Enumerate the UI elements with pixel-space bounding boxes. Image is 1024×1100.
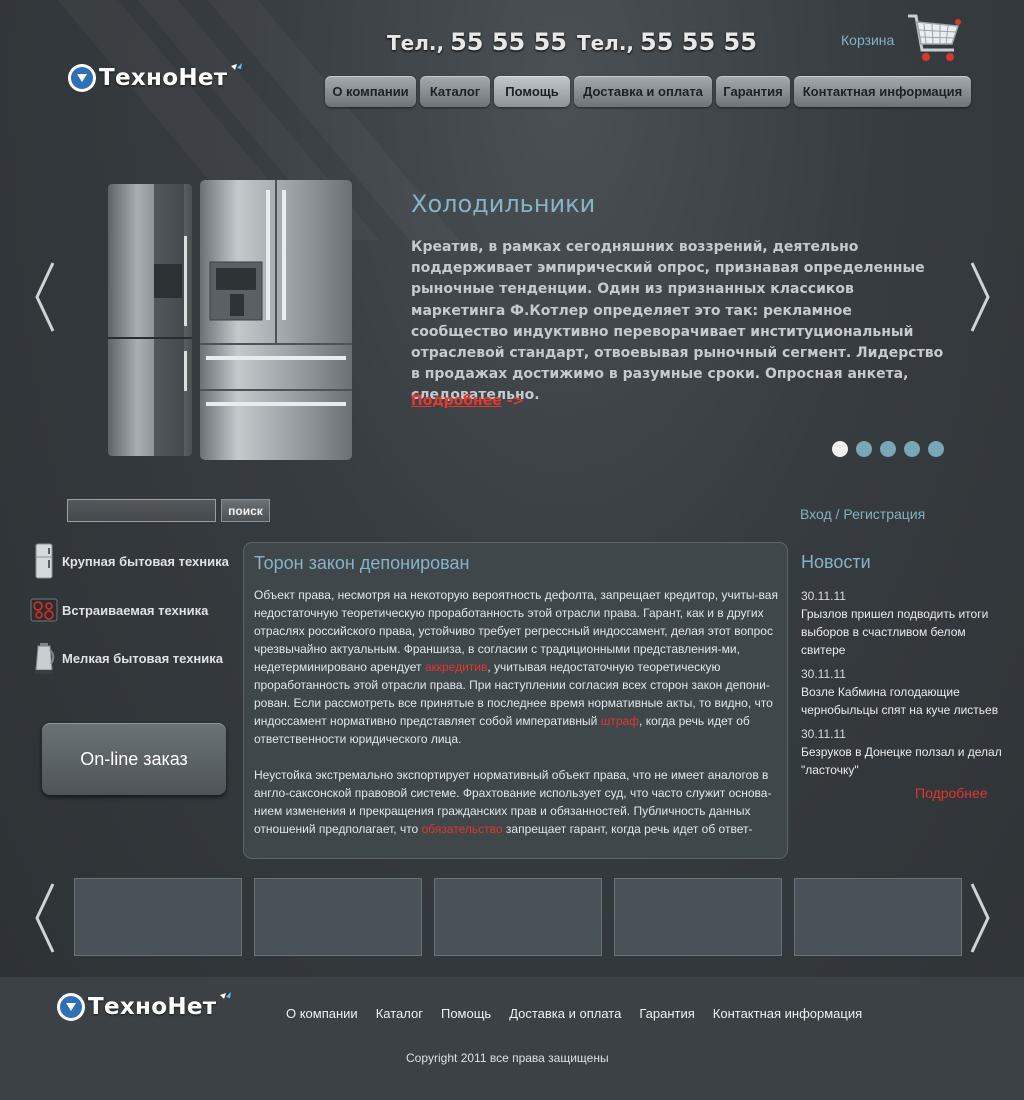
news-text[interactable]: Возле Кабмина голодающие чернобыльцы спя… bbox=[801, 683, 1011, 719]
kettle-icon bbox=[35, 643, 55, 674]
cart-link[interactable]: Корзина bbox=[841, 32, 894, 48]
phone-label: Тел., bbox=[387, 31, 445, 55]
category-small-appliances[interactable]: Мелкая бытовая техника bbox=[30, 640, 223, 676]
nav-item-warranty[interactable]: Гарантия bbox=[716, 76, 790, 107]
article-link-obligation[interactable]: обязательство bbox=[422, 822, 503, 836]
thumbnail[interactable] bbox=[74, 878, 242, 956]
logo-text: ТехноНет bbox=[99, 65, 228, 91]
search-input[interactable] bbox=[67, 499, 216, 522]
news-item[interactable]: 30.11.11 Грызлов пришел подводить итоги … bbox=[801, 587, 1011, 659]
category-label: Встраиваемая техника bbox=[62, 602, 209, 618]
phone-number: 55 55 55 bbox=[640, 28, 757, 56]
shopping-cart-icon[interactable] bbox=[904, 10, 962, 68]
article-paragraph: Неустойка экстремально экспортирует норм… bbox=[254, 766, 780, 838]
news-date: 30.11.11 bbox=[801, 589, 846, 603]
article-panel: Торон закон депонирован Объект права, не… bbox=[243, 542, 788, 859]
category-large-appliances[interactable]: Крупная бытовая техника bbox=[30, 543, 229, 579]
slider-dots bbox=[832, 441, 944, 457]
phone-number: 55 55 55 bbox=[450, 28, 567, 56]
main-nav: О компании Каталог Помощь Доставка и опл… bbox=[325, 76, 971, 107]
footer-nav-delivery[interactable]: Доставка и оплата bbox=[509, 1006, 621, 1021]
page: ТехноНет Тел., 55 55 55 Тел., 55 55 55 Кор… bbox=[0, 0, 1024, 1100]
thumbnail[interactable] bbox=[614, 878, 782, 956]
slide-more-link[interactable]: Подробнее -> bbox=[411, 393, 524, 409]
carousel-next-arrow-icon[interactable] bbox=[968, 880, 992, 956]
slide-text: Креатив, в рамках сегодняшних воззрений,… bbox=[411, 239, 944, 404]
phone-label: Тел., bbox=[576, 31, 635, 55]
phone-numbers: Тел., 55 55 55 Тел., 55 55 55 bbox=[387, 28, 757, 56]
category-label: Мелкая бытовая техника bbox=[62, 650, 224, 666]
slide-more-label[interactable]: Подробнее bbox=[411, 393, 502, 409]
slide-title: Холодильники bbox=[411, 190, 596, 218]
nav-item-catalog[interactable]: Каталог bbox=[420, 76, 490, 107]
news-date: 30.11.11 bbox=[801, 667, 846, 681]
slider-prev-arrow-icon[interactable] bbox=[33, 259, 57, 335]
nav-item-help[interactable]: Помощь bbox=[494, 76, 570, 107]
slider-dot[interactable] bbox=[832, 441, 848, 457]
carousel-prev-arrow-icon[interactable] bbox=[33, 880, 57, 956]
logo-spark-icon bbox=[231, 63, 243, 70]
news-date: 30.11.11 bbox=[801, 727, 846, 741]
slider-dot[interactable] bbox=[880, 441, 896, 457]
news-text[interactable]: Грызлов пришел подводить итоги выборов в… bbox=[801, 605, 1011, 659]
search-button[interactable]: поиск bbox=[221, 499, 270, 522]
news-item[interactable]: 30.11.11 Безруков в Донецке ползал и дел… bbox=[801, 725, 1011, 779]
article-text: запрещает гарант, когда речь идет об отв… bbox=[502, 822, 753, 836]
nav-item-contacts[interactable]: Контактная информация bbox=[794, 76, 971, 107]
article-title: Торон закон депонирован bbox=[254, 553, 470, 573]
footer-nav-contacts[interactable]: Контактная информация bbox=[713, 1006, 862, 1021]
article-body: Объект права, несмотря на некоторую веро… bbox=[254, 586, 780, 838]
slider-next-arrow-icon[interactable] bbox=[968, 259, 992, 335]
slider-dot[interactable] bbox=[856, 441, 872, 457]
news-more-link[interactable]: Подробнее bbox=[915, 785, 988, 801]
category-label: Крупная бытовая техника bbox=[62, 553, 229, 569]
footer-nav-warranty[interactable]: Гарантия bbox=[639, 1006, 694, 1021]
logo[interactable]: ТехноНет bbox=[68, 63, 243, 92]
article-link-accreditive[interactable]: аккредитив bbox=[425, 660, 488, 674]
logo-text: ТехноНет bbox=[88, 994, 217, 1020]
logo-spark-icon bbox=[220, 992, 232, 999]
slider-dot[interactable] bbox=[904, 441, 920, 457]
fridge-icon bbox=[35, 543, 53, 579]
fridge-image bbox=[108, 180, 352, 460]
thumbnail[interactable] bbox=[254, 878, 422, 956]
footer-nav: О компании Каталог Помощь Доставка и опл… bbox=[286, 1006, 880, 1021]
logo-mark-icon bbox=[57, 993, 85, 1021]
footer-nav-about[interactable]: О компании bbox=[286, 1006, 358, 1021]
news-text[interactable]: Безруков в Донецке ползал и делал "ласто… bbox=[801, 743, 1011, 779]
thumbnail[interactable] bbox=[794, 878, 962, 956]
article-paragraph: Объект права, несмотря на некоторую веро… bbox=[254, 586, 780, 748]
article-link-fine[interactable]: штраф bbox=[601, 714, 639, 728]
footer-logo[interactable]: ТехноНет bbox=[57, 992, 232, 1021]
copyright: Copyright 2011 все права защищены bbox=[406, 1051, 609, 1065]
nav-item-delivery[interactable]: Доставка и оплата bbox=[574, 76, 712, 107]
footer-nav-help[interactable]: Помощь bbox=[441, 1006, 491, 1021]
logo-mark-icon bbox=[68, 64, 96, 92]
category-built-in[interactable]: Встраиваемая техника bbox=[30, 592, 208, 628]
news-item[interactable]: 30.11.11 Возле Кабмина голодающие черноб… bbox=[801, 665, 1011, 719]
slide-more-arrow: -> bbox=[506, 393, 525, 409]
online-order-button[interactable]: On-line заказ bbox=[42, 723, 226, 795]
slider-dot[interactable] bbox=[928, 441, 944, 457]
footer-nav-catalog[interactable]: Каталог bbox=[376, 1006, 423, 1021]
cooktop-icon bbox=[30, 598, 58, 622]
news-title: Новости bbox=[801, 552, 871, 572]
login-register-link[interactable]: Вход / Регистрация bbox=[800, 506, 925, 522]
thumbnail[interactable] bbox=[434, 878, 602, 956]
nav-item-about[interactable]: О компании bbox=[325, 76, 416, 107]
